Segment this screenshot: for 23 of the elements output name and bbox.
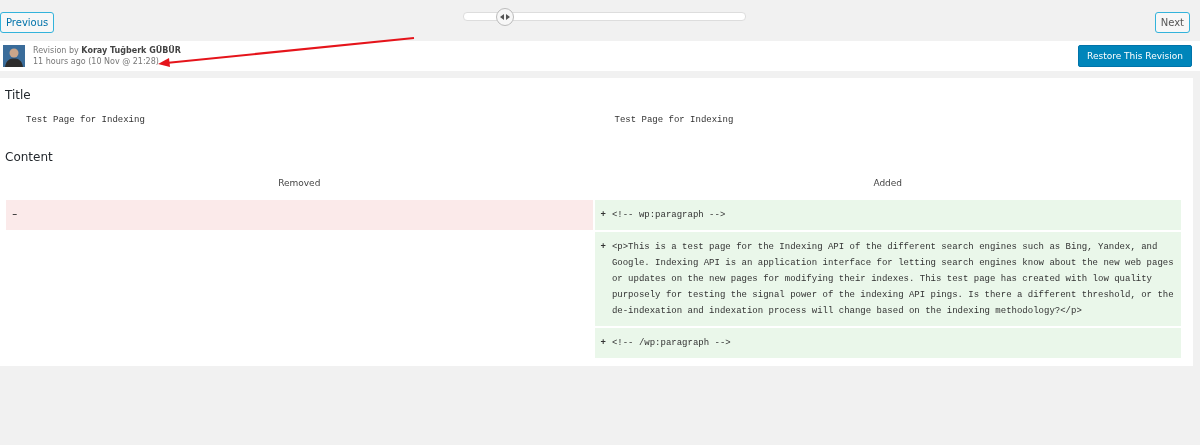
- revision-slider[interactable]: [463, 7, 746, 26]
- diff-sign: +: [600, 241, 606, 254]
- revision-time: 11 hours ago: [33, 57, 86, 66]
- revision-date: (10 Nov @ 21:28): [88, 57, 159, 66]
- section-heading: Content: [5, 150, 54, 164]
- avatar-icon: [3, 45, 25, 67]
- section-heading: Title: [5, 88, 32, 102]
- restore-revision-button[interactable]: Restore This Revision: [1078, 45, 1192, 67]
- column-header: Removed: [278, 178, 321, 188]
- diff-sign: +: [600, 209, 606, 222]
- previous-button[interactable]: Previous: [0, 12, 55, 33]
- diff-line: Test Page for Indexing: [26, 114, 145, 127]
- next-button[interactable]: Next: [1154, 12, 1190, 33]
- revision-by-label: Revision by: [33, 46, 79, 55]
- author-name: Koray Tuğberk GÜBÜR: [81, 46, 181, 55]
- diff-line: <p>This is a test page for the Indexing API of the different search engines such as Bing, Yandex, and Google. Indexing API is an application interface for letting search engines know about the new web pages or updates on the new pages for modifying their indexes. This test page has created with low quality purposely for testing the signal power of the indexing API pings. Is there a different threshold, or the de-indexation and indexation process will change based on the indexing methodology?</p>: [611, 241, 1175, 318]
- diff-line: <!-- /wp:paragraph -->: [611, 337, 731, 350]
- diff-line: Test Page for Indexing: [614, 114, 734, 127]
- diff-sign: –: [12, 209, 18, 222]
- diff-line: <!-- wp:paragraph -->: [611, 209, 726, 222]
- column-header: Added: [873, 178, 903, 188]
- diff-sign: +: [600, 337, 606, 350]
- slider-handle[interactable]: [496, 7, 515, 26]
